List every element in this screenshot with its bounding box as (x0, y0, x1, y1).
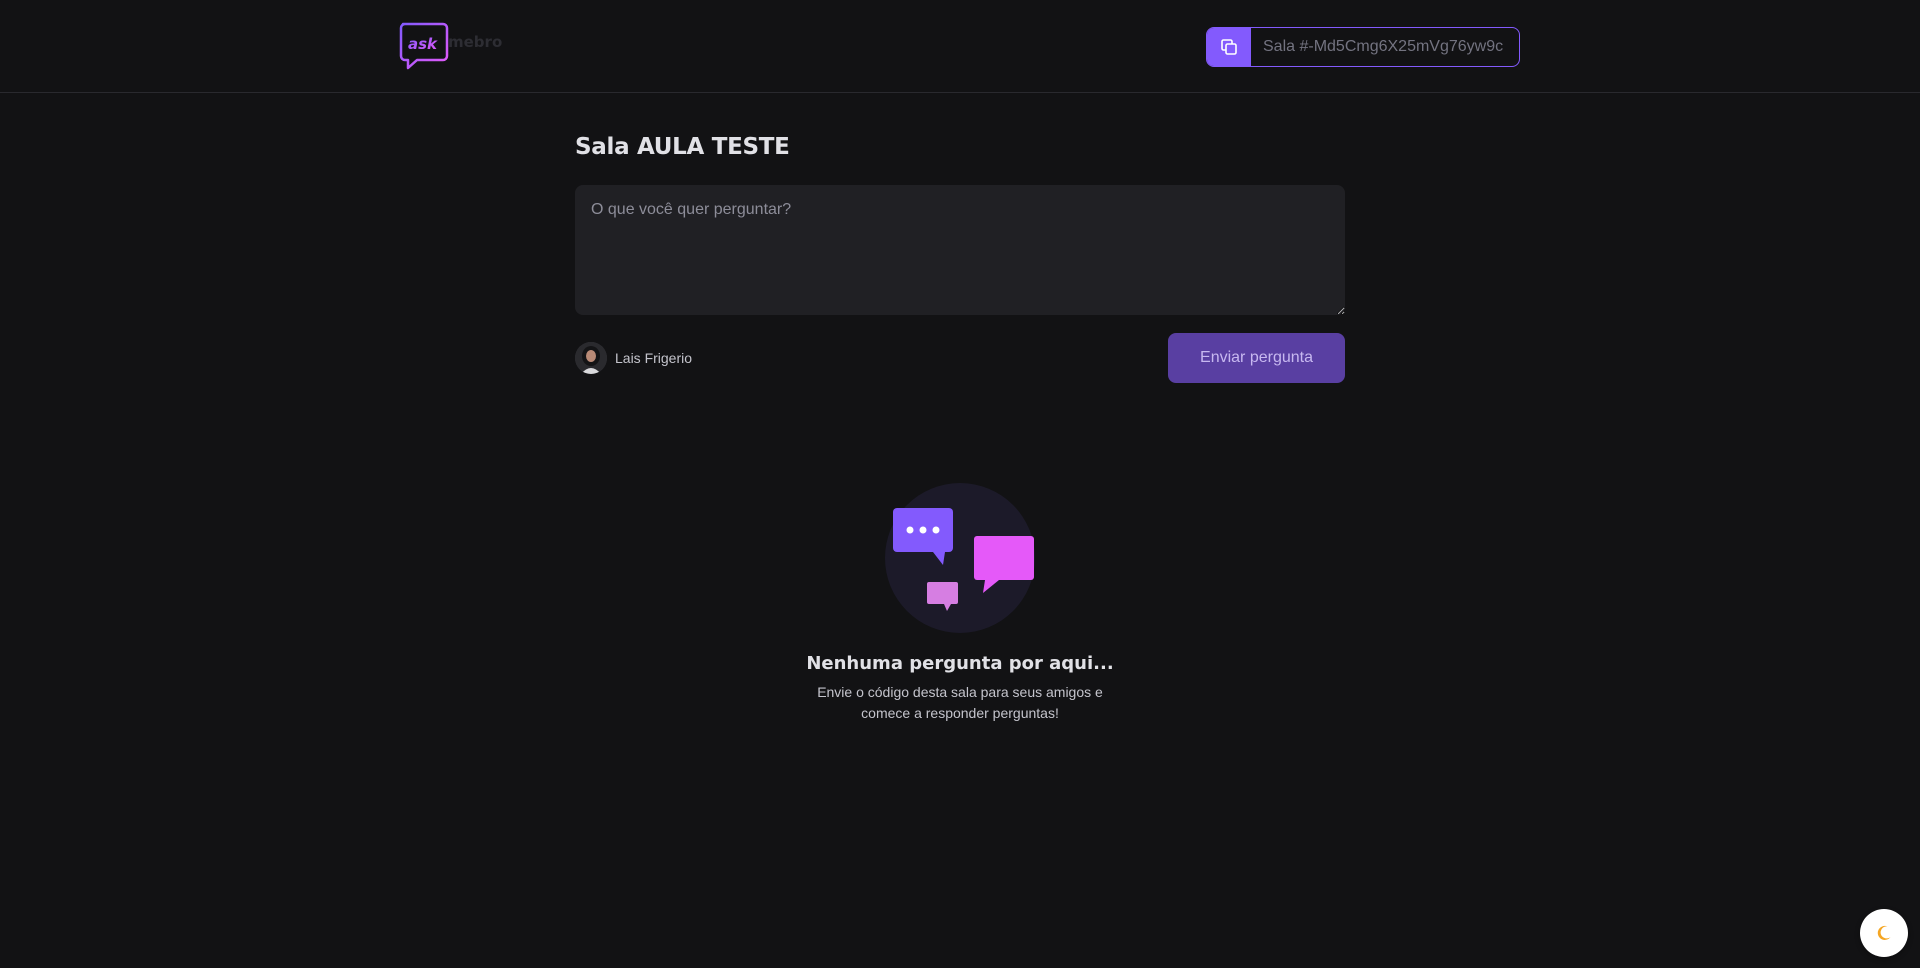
theme-toggle-button[interactable] (1860, 909, 1908, 957)
question-form: Lais Frigerio Enviar pergunta (575, 185, 1345, 383)
main-content: Sala AULA TESTE Lais Frigerio Enviar per… (575, 93, 1345, 383)
avatar (575, 342, 607, 374)
user-info: Lais Frigerio (575, 342, 692, 374)
logo-icon: ask mebro (399, 22, 502, 70)
copy-icon (1221, 39, 1237, 55)
empty-description: Envie o código desta sala para seus amig… (817, 684, 1103, 721)
logo[interactable]: ask mebro (399, 22, 511, 70)
logo-text-main: ask (408, 35, 438, 53)
avatar-image (575, 342, 607, 374)
user-name: Lais Frigerio (615, 350, 693, 366)
copy-button[interactable] (1207, 28, 1251, 66)
question-input[interactable] (575, 185, 1345, 315)
room-code-label: Sala #-Md5Cmg6X25mVg76yw9c (1263, 38, 1504, 55)
app-header: ask mebro Sala #-Md5Cmg6X25mVg76yw9c (0, 0, 1920, 93)
send-question-button[interactable]: Enviar pergunta (1168, 333, 1345, 383)
moon-icon (1877, 925, 1891, 940)
empty-questions-icon (885, 483, 1035, 633)
form-footer: Lais Frigerio Enviar pergunta (575, 333, 1345, 383)
page-title: Sala AULA TESTE (575, 134, 790, 160)
empty-title: Nenhuma pergunta por aqui... (806, 653, 1114, 674)
room-code-button[interactable]: Sala #-Md5Cmg6X25mVg76yw9c (1206, 27, 1520, 67)
logo-text-secondary: mebro (448, 33, 502, 51)
room-title-row: Sala AULA TESTE (575, 127, 1345, 167)
empty-questions: Nenhuma pergunta por aqui... Envie o cód… (575, 483, 1345, 724)
